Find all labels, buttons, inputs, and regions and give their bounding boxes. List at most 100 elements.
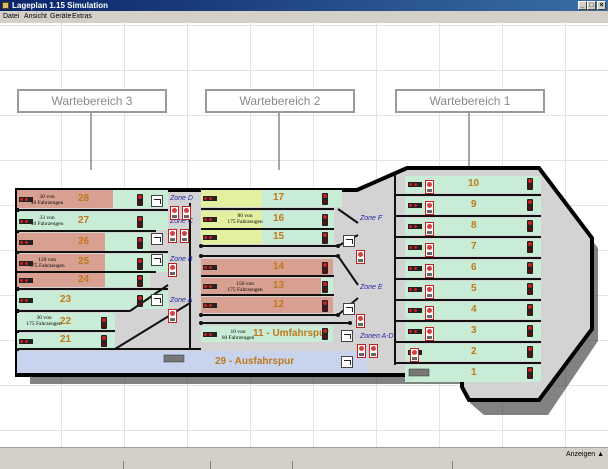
lane-22-exit-light xyxy=(101,317,107,329)
lane-label-23: 23 xyxy=(60,294,72,305)
yard-plan xyxy=(15,166,598,415)
lane-4-entry-light xyxy=(408,308,422,313)
menu-ansicht[interactable]: Ansicht xyxy=(24,13,47,20)
lane-label-4: 4 xyxy=(471,304,477,315)
menu-bar: Datei Ansicht Geräte Extras xyxy=(0,11,608,23)
lane-6-sign-icon xyxy=(425,264,434,278)
status-bar: Anzeigen ▲ xyxy=(0,447,608,469)
zone-b-display[interactable] xyxy=(151,254,163,266)
lane-28-exit-light xyxy=(137,194,143,206)
lane-16-exit-light xyxy=(322,214,328,226)
exit-barrier xyxy=(163,354,185,363)
lane-12 xyxy=(201,297,333,313)
lane-label-11: 11 - Umfahrspur xyxy=(253,328,330,339)
zone-f-display[interactable] xyxy=(343,235,355,247)
lane-25-exit-light xyxy=(137,258,143,270)
menu-datei[interactable]: Datei xyxy=(3,13,19,20)
lane-23-exit-light xyxy=(137,295,143,307)
minimize-button[interactable]: _ xyxy=(578,1,587,10)
lane-label-15: 15 xyxy=(273,231,285,242)
lane-15-exit-light xyxy=(322,232,328,244)
menu-extras[interactable]: Extras xyxy=(72,13,92,20)
lane-label-13: 13 xyxy=(273,280,285,291)
zones-a-d-display[interactable] xyxy=(341,330,353,342)
lane-8-exit-light xyxy=(527,220,533,232)
lane-4-exit-light xyxy=(527,304,533,316)
lane-13-entry-light xyxy=(203,284,217,289)
close-button[interactable]: × xyxy=(597,1,606,10)
lane-24-exit-light xyxy=(137,275,143,287)
lane-2-exit-light xyxy=(527,346,533,358)
zone-c-sign-1-icon xyxy=(168,229,177,243)
lane-14-exit-light xyxy=(322,262,328,274)
lane-26-entry-light xyxy=(19,240,33,245)
lane-7-entry-light xyxy=(408,245,422,250)
lane-11-entry-light xyxy=(203,332,217,337)
lane-1-exit-light xyxy=(527,367,533,379)
zone-f-label: Zone F xyxy=(360,215,383,222)
lane-13-exit-light xyxy=(322,281,328,293)
entry-barrier xyxy=(408,368,430,377)
lane-label-5: 5 xyxy=(471,283,477,294)
lane-label-9: 9 xyxy=(471,199,477,210)
lane-29 xyxy=(17,351,367,373)
lane-22-count: 30 von 175 Fahrzeugen xyxy=(26,315,62,327)
zone-a-sign-icon xyxy=(168,309,177,323)
lane-23-entry-light xyxy=(19,298,33,303)
lane-8-sign-icon xyxy=(425,222,434,236)
lane-3-exit-light xyxy=(527,325,533,337)
lane-3-entry-light xyxy=(408,329,422,334)
lane-14 xyxy=(201,259,333,275)
lane-27-exit-light xyxy=(137,216,143,228)
lane-5-entry-light xyxy=(408,287,422,292)
zone-f-sign-icon xyxy=(356,250,365,264)
zone-b-label: Zone B xyxy=(170,256,193,263)
zone-d-display[interactable] xyxy=(151,195,163,207)
lane-27-entry-light xyxy=(19,219,33,224)
zone-d-sign-icon xyxy=(170,206,179,220)
lane-label-29: 29 - Ausfahrspur xyxy=(215,356,295,367)
lane-label-21: 21 xyxy=(60,334,72,345)
waiting-area-2-label: Wartebereich 2 xyxy=(205,89,355,113)
lane-12-entry-light xyxy=(203,303,217,308)
app-icon xyxy=(2,2,9,9)
zone-b-sign-icon xyxy=(168,263,177,277)
lane-11-exit-light xyxy=(322,328,328,340)
zone-a-display[interactable] xyxy=(151,294,163,306)
lane-label-17: 17 xyxy=(273,192,285,203)
lane-label-2: 2 xyxy=(471,346,477,357)
lane-10-sign-icon xyxy=(425,180,434,194)
zone-d-label: Zone D xyxy=(170,195,193,202)
lane-label-27: 27 xyxy=(78,215,90,226)
show-toggle[interactable]: Anzeigen ▲ xyxy=(566,451,604,458)
lane-label-1: 1 xyxy=(471,367,477,378)
waiting-area-3-label: Wartebereich 3 xyxy=(17,89,167,113)
exit-lane-display[interactable] xyxy=(341,356,353,368)
window-title: Lageplan 1.15 Simulation xyxy=(12,1,109,10)
lane-label-6: 6 xyxy=(471,262,477,273)
site-plan-canvas[interactable]: Wartebereich 3 Wartebereich 2 Warteberei… xyxy=(0,23,608,447)
lane-label-16: 16 xyxy=(273,213,285,224)
zones-a-d-label: Zonen A-D xyxy=(360,333,394,340)
zones-a-d-sign-2-icon xyxy=(369,344,378,358)
lane-label-28: 28 xyxy=(78,193,90,204)
lane-17-entry-light xyxy=(203,196,217,201)
lane-label-26: 26 xyxy=(78,236,90,247)
menu-geraete[interactable]: Geräte xyxy=(50,13,71,20)
lane-label-14: 14 xyxy=(273,261,285,272)
lane-8-entry-light xyxy=(408,224,422,229)
lane-label-3: 3 xyxy=(471,325,477,336)
lane-3-sign-icon xyxy=(425,327,434,341)
lane-9-sign-icon xyxy=(425,201,434,215)
lane-10-entry-light xyxy=(408,182,422,187)
zone-c-sign-2-icon xyxy=(180,229,189,243)
zone-c-display[interactable] xyxy=(151,233,163,245)
zone-a-label: Zone A xyxy=(170,297,193,304)
maximize-button[interactable]: □ xyxy=(587,1,596,10)
lane-11-count: 10 von 60 Fahrzeugen xyxy=(221,329,255,341)
lane-16-count: 80 von 175 Fahrzeugen xyxy=(227,213,263,225)
lane-12-exit-light xyxy=(322,300,328,312)
zone-e-display[interactable] xyxy=(343,303,355,315)
lane-21-entry-light xyxy=(19,339,33,344)
lane-label-24: 24 xyxy=(78,274,90,285)
